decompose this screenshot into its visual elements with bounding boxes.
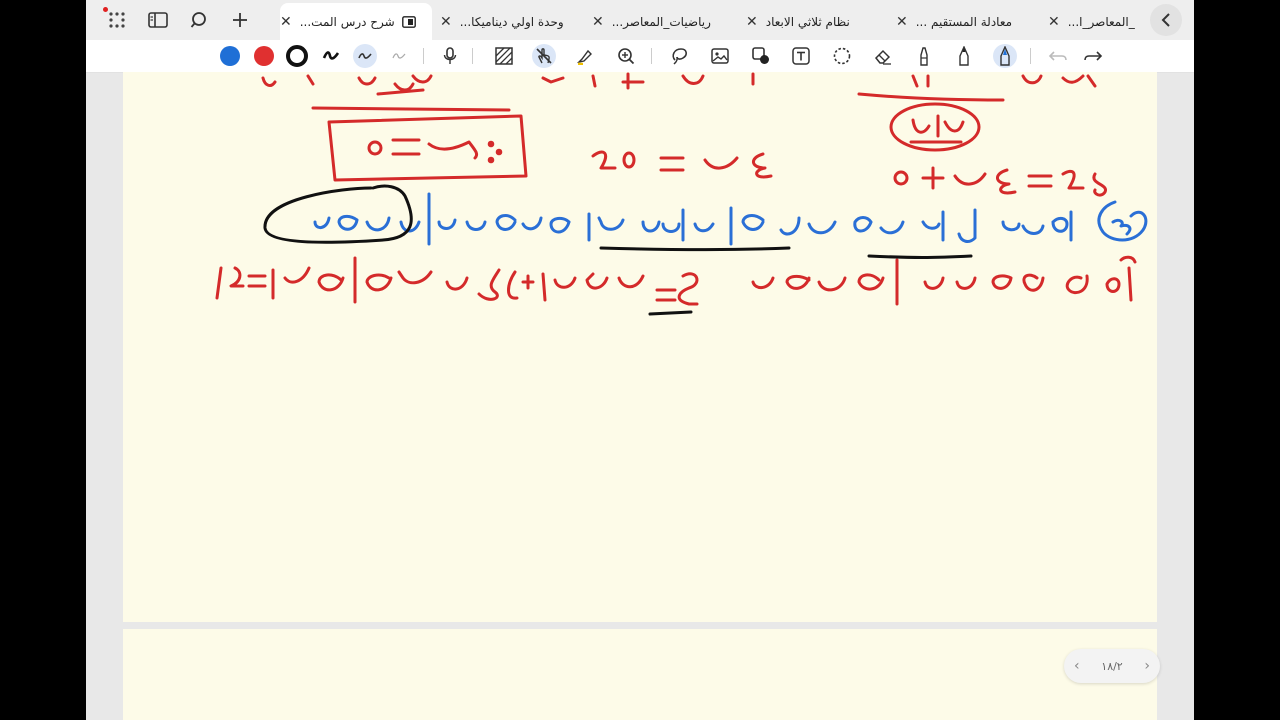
pencil-button[interactable]	[952, 44, 976, 68]
fountain-pen-button[interactable]	[993, 44, 1017, 68]
tab-title: نظام ثلاثي الابعاد	[765, 14, 850, 29]
ink-boxed-result	[311, 106, 528, 182]
color-swatch-black[interactable]	[285, 44, 309, 68]
pattern-button[interactable]	[492, 44, 516, 68]
lasso-button[interactable]	[668, 44, 692, 68]
undo-icon	[1048, 51, 1067, 61]
text-tool-button[interactable]	[789, 44, 813, 68]
insert-image-button[interactable]	[708, 44, 732, 68]
tab-item[interactable]: _المعاصر_ا... ✕	[1048, 3, 1143, 40]
redo-icon	[1084, 51, 1103, 61]
color-swatch-red[interactable]	[252, 44, 276, 68]
prev-page-icon[interactable]: ‹	[1074, 658, 1080, 674]
close-tab-icon[interactable]: ✕	[896, 14, 908, 30]
redo-button[interactable]	[1081, 44, 1105, 68]
tab-title: معادلة المستقيم ...	[915, 14, 1013, 29]
page-navigator: ‹ ١٨/٢ ›	[1064, 649, 1160, 683]
search-button[interactable]	[183, 4, 215, 36]
drawing-toolbar	[86, 40, 1194, 73]
ink-sentence-red	[215, 255, 1137, 306]
chevron-left-icon	[1161, 13, 1170, 27]
select-circle-icon	[833, 47, 851, 65]
fountain-pen-icon	[1000, 46, 1010, 66]
ink-underline-top	[857, 92, 1005, 102]
tab-item[interactable]: نظام ثلاثي الابعاد ✕	[746, 3, 870, 40]
color-swatch-blue[interactable]	[218, 44, 242, 68]
shapes-button[interactable]	[749, 44, 773, 68]
toolbar-divider	[1030, 48, 1031, 64]
pen-alt-icon	[358, 53, 372, 59]
highlighter-icon	[576, 49, 592, 65]
plus-icon	[233, 13, 247, 27]
ink-equation-right	[893, 166, 1107, 197]
tab-item[interactable]: رياضيات_المعاصر... ✕	[592, 3, 732, 40]
notification-dot	[103, 7, 108, 12]
shapes-icon	[752, 47, 769, 64]
close-tab-icon[interactable]: ✕	[280, 14, 292, 30]
sidebar-toggle-button[interactable]	[142, 4, 174, 36]
tab-item[interactable]: معادلة المستقيم ... ✕	[896, 3, 1026, 40]
close-tab-icon[interactable]: ✕	[440, 14, 452, 30]
ink-sentence-blue	[313, 192, 1148, 246]
page-indicator: ١٨/٢	[1101, 659, 1123, 673]
notebook-icon	[401, 14, 417, 30]
text-icon	[792, 47, 810, 65]
next-page-icon[interactable]: ›	[1144, 658, 1150, 674]
tabs-back-button[interactable]	[1150, 4, 1182, 36]
next-note-page[interactable]	[123, 629, 1157, 720]
pen-light-icon	[392, 53, 406, 59]
undo-button[interactable]	[1046, 44, 1070, 68]
note-page[interactable]	[123, 72, 1157, 622]
lasso-icon	[672, 48, 687, 65]
tab-item[interactable]: وحدة اولي ديناميكا... ✕	[440, 3, 578, 40]
image-icon	[711, 48, 729, 64]
new-tab-button[interactable]	[224, 4, 256, 36]
apps-grid-button[interactable]	[101, 4, 133, 36]
note-app: شرح درس المت... ✕ وحدة اولي ديناميكا... …	[86, 0, 1194, 720]
tab-title: وحدة اولي ديناميكا...	[459, 14, 564, 29]
tab-title: رياضيات_المعاصر...	[611, 14, 711, 29]
tab-title: _المعاصر_ا...	[1067, 14, 1135, 29]
zoom-button[interactable]	[614, 44, 638, 68]
record-audio-button[interactable]	[438, 44, 462, 68]
zoom-icon	[618, 48, 635, 65]
close-tab-icon[interactable]: ✕	[746, 14, 758, 30]
touch-draw-toggle[interactable]	[532, 44, 556, 68]
close-tab-icon[interactable]: ✕	[1048, 14, 1060, 30]
pen-icon	[322, 51, 340, 60]
toolbar-divider	[651, 48, 652, 64]
toolbar-divider	[472, 48, 473, 64]
pen-stroke-thin-button[interactable]	[387, 44, 411, 68]
microphone-icon	[443, 47, 457, 64]
select-button[interactable]	[830, 44, 854, 68]
eraser-button[interactable]	[871, 44, 895, 68]
highlighter-button[interactable]	[573, 44, 597, 68]
handwriting-canvas	[215, 72, 1148, 316]
touch-disabled-icon	[536, 48, 552, 64]
ink-underlines-black	[263, 184, 973, 316]
ink-circled-answer	[889, 102, 981, 152]
pen-stroke-medium-button[interactable]	[353, 44, 377, 68]
toolbar-divider	[423, 48, 424, 64]
tab-active[interactable]: شرح درس المت... ✕	[280, 3, 432, 40]
apps-grid-icon	[109, 12, 125, 28]
sidebar-icon	[148, 12, 168, 28]
ink-top-line	[261, 72, 1097, 96]
search-icon	[190, 12, 206, 28]
ink-equation-middle	[591, 150, 773, 179]
close-tab-icon[interactable]: ✕	[592, 14, 604, 30]
marker-icon	[920, 47, 928, 66]
pattern-icon	[495, 47, 513, 65]
pen-stroke-thick-button[interactable]	[319, 44, 343, 68]
pencil-icon	[959, 46, 969, 66]
marker-button[interactable]	[912, 44, 936, 68]
tab-bar: شرح درس المت... ✕ وحدة اولي ديناميكا... …	[86, 0, 1194, 40]
eraser-icon	[874, 49, 891, 65]
tab-title: شرح درس المت...	[299, 14, 395, 29]
